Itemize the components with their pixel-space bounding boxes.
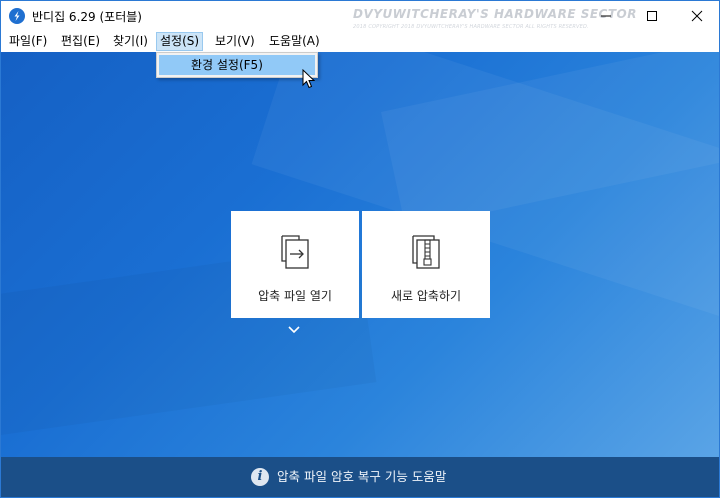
maximize-icon xyxy=(647,11,657,21)
watermark-subtext: 2018 COPYRIGHT 2018 DVYUWITCHERAY'S HARD… xyxy=(353,24,589,30)
menu-item-preferences[interactable]: 환경 설정(F5) xyxy=(159,55,315,75)
file-open-arrow-icon xyxy=(281,235,309,269)
footer-help-link[interactable]: 압축 파일 암호 복구 기능 도움말 xyxy=(277,468,446,486)
title-bar[interactable]: 반디집 6.29 (포터블) DVYUWITCHERAY'S HARDWARE … xyxy=(1,1,719,31)
menu-help[interactable]: 도움말(A) xyxy=(265,32,324,51)
maximize-button[interactable] xyxy=(629,1,675,31)
zip-archive-icon xyxy=(412,235,440,269)
bandizip-logo-icon xyxy=(9,8,25,24)
info-icon: i xyxy=(251,468,269,486)
new-archive-label: 새로 압축하기 xyxy=(390,289,462,303)
chevron-down-icon[interactable] xyxy=(287,325,301,335)
mouse-cursor-icon xyxy=(302,69,315,89)
menu-bar: 파일(F) 편집(E) 찾기(I) 설정(S) 보기(V) 도움말(A) xyxy=(1,31,719,52)
menu-settings[interactable]: 설정(S) xyxy=(156,32,204,51)
minimize-icon xyxy=(601,15,611,17)
main-area: 압축 파일 열기 새로 압축하기 xyxy=(1,52,719,457)
footer-help-bar[interactable]: i 압축 파일 암호 복구 기능 도움말 xyxy=(1,457,719,497)
menu-find[interactable]: 찾기(I) xyxy=(109,32,152,51)
window-title: 반디집 6.29 (포터블) xyxy=(32,10,142,24)
new-archive-button[interactable]: 새로 압축하기 xyxy=(362,211,490,318)
close-icon xyxy=(691,10,703,22)
open-archive-button[interactable]: 압축 파일 열기 xyxy=(231,211,359,318)
menu-file[interactable]: 파일(F) xyxy=(5,32,51,51)
close-button[interactable] xyxy=(674,1,719,31)
settings-dropdown-menu: 환경 설정(F5) xyxy=(156,52,318,78)
menu-view[interactable]: 보기(V) xyxy=(211,32,259,51)
app-window: 반디집 6.29 (포터블) DVYUWITCHERAY'S HARDWARE … xyxy=(0,0,720,498)
open-archive-label: 압축 파일 열기 xyxy=(258,289,332,303)
watermark-text: DVYUWITCHERAY'S HARDWARE SECTOR xyxy=(353,7,637,21)
minimize-button[interactable] xyxy=(583,1,629,31)
menu-edit[interactable]: 편집(E) xyxy=(57,32,104,51)
